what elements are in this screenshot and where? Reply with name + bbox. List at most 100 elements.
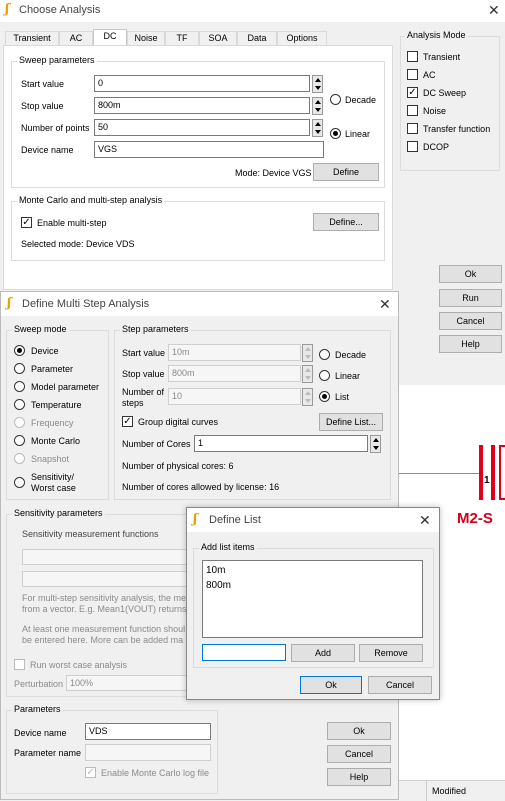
- stop-value-input[interactable]: 800m: [94, 97, 310, 114]
- tab-soa[interactable]: SOA: [199, 31, 237, 45]
- tab-dc[interactable]: DC: [93, 29, 127, 46]
- tab-tf[interactable]: TF: [165, 31, 199, 45]
- list-item[interactable]: 10m: [206, 565, 225, 576]
- choose-run-button[interactable]: Run: [439, 289, 502, 307]
- sweep-monte-carlo-radio[interactable]: [14, 435, 25, 446]
- decade-radio[interactable]: [330, 94, 341, 105]
- sweep-temperature-radio[interactable]: [14, 399, 25, 410]
- mode-dc-sweep-label[interactable]: DC Sweep: [423, 88, 466, 98]
- define-list-close-icon[interactable]: ✕: [419, 512, 431, 529]
- cores-spinner[interactable]: [370, 435, 381, 453]
- mode-noise-label[interactable]: Noise: [423, 106, 446, 116]
- sweep-model-parameter-label[interactable]: Model parameter: [31, 382, 99, 392]
- linear-label[interactable]: Linear: [345, 129, 370, 139]
- mode-transfer-function-label[interactable]: Transfer function: [423, 124, 490, 134]
- define-list-titlebar[interactable]: ʃ Define List ✕: [187, 508, 439, 532]
- ms-linear-radio[interactable]: [319, 370, 330, 381]
- component-body[interactable]: [479, 445, 483, 500]
- sweep-parameter-label[interactable]: Parameter: [31, 364, 73, 374]
- choose-analysis-titlebar[interactable]: ʃ Choose Analysis ✕: [0, 0, 505, 22]
- sweep-device-radio[interactable]: [14, 345, 25, 356]
- tab-ac[interactable]: AC: [59, 31, 93, 45]
- mode-transient-checkbox[interactable]: [407, 51, 418, 62]
- sweep-monte-carlo-label[interactable]: Monte Carlo: [31, 436, 80, 446]
- tab-data[interactable]: Data: [237, 31, 277, 45]
- define-list-button[interactable]: Define List...: [319, 413, 383, 431]
- define-list-ok-button[interactable]: Ok: [300, 676, 362, 694]
- multistep-titlebar[interactable]: ʃ Define Multi Step Analysis ✕: [1, 292, 398, 316]
- ms-linear-label[interactable]: Linear: [335, 371, 360, 381]
- group-digital-checkbox[interactable]: ✓: [122, 416, 133, 427]
- choose-ok-button[interactable]: Ok: [439, 265, 502, 283]
- sweep-sensitivity-label[interactable]: Sensitivity/: [31, 472, 74, 482]
- sweep-parameter-radio[interactable]: [14, 363, 25, 374]
- enable-mc-log-checkbox: ✓: [85, 767, 96, 778]
- ms-decade-radio[interactable]: [319, 349, 330, 360]
- choose-help-button[interactable]: Help: [439, 335, 502, 353]
- number-of-points-input[interactable]: 50: [94, 119, 310, 136]
- ms-device-name-label: Device name: [14, 728, 67, 738]
- mode-dc-sweep-checkbox[interactable]: ✓: [407, 87, 418, 98]
- monte-carlo-title: Monte Carlo and multi-step analysis: [17, 195, 165, 205]
- define-list-title: Define List: [209, 514, 261, 526]
- start-value-input[interactable]: 0: [94, 75, 310, 92]
- analysis-mode-title: Analysis Mode: [405, 30, 468, 40]
- sweep-mode-title: Sweep mode: [12, 324, 69, 334]
- close-icon[interactable]: ✕: [488, 2, 500, 19]
- multistep-close-icon[interactable]: ✕: [379, 296, 391, 313]
- sweep-model-parameter-radio[interactable]: [14, 381, 25, 392]
- device-name-input[interactable]: VGS: [94, 141, 324, 158]
- sensitivity-functions-label: Sensitivity measurement functions: [22, 529, 159, 539]
- stop-value-spinner[interactable]: [312, 97, 323, 115]
- remove-button[interactable]: Remove: [359, 644, 423, 662]
- ms-list-label[interactable]: List: [335, 392, 349, 402]
- enable-multistep-checkbox[interactable]: ✓: [21, 217, 32, 228]
- ms-help-button[interactable]: Help: [327, 768, 391, 786]
- mode-ac-checkbox[interactable]: [407, 69, 418, 80]
- define-multistep-button[interactable]: Define...: [313, 213, 379, 231]
- mode-dcop-checkbox[interactable]: [407, 141, 418, 152]
- sweep-snapshot-label: Snapshot: [31, 454, 70, 464]
- ms-cancel-button[interactable]: Cancel: [327, 745, 391, 763]
- sweep-sensitivity-radio[interactable]: [14, 477, 25, 488]
- list-item[interactable]: 800m: [206, 580, 231, 591]
- list-item-input[interactable]: [202, 644, 286, 661]
- ms-decade-label[interactable]: Decade: [335, 350, 366, 360]
- ms-steps-label-2: steps: [122, 398, 144, 408]
- linear-radio[interactable]: [330, 128, 341, 139]
- perturbation-label: Perturbation: [14, 679, 64, 689]
- start-value-spinner[interactable]: [312, 75, 323, 93]
- cores-input[interactable]: 1: [194, 435, 368, 452]
- mode-noise-checkbox[interactable]: [407, 105, 418, 116]
- sweep-temperature-label[interactable]: Temperature: [31, 400, 82, 410]
- mode-dcop-label[interactable]: DCOP: [423, 142, 449, 152]
- choose-cancel-button[interactable]: Cancel: [439, 312, 502, 330]
- mode-text: Mode: Device VGS: [235, 168, 312, 178]
- tab-options[interactable]: Options: [277, 31, 327, 45]
- ms-device-name-input[interactable]: VDS: [85, 723, 211, 740]
- define-list-cancel-button[interactable]: Cancel: [368, 676, 432, 694]
- decade-label[interactable]: Decade: [345, 95, 376, 105]
- ms-start-value-label: Start value: [122, 348, 166, 358]
- number-of-points-spinner[interactable]: [312, 119, 323, 137]
- ms-stop-value-input: 800m: [168, 365, 301, 382]
- list-items-box[interactable]: 10m 800m: [202, 560, 423, 638]
- ms-ok-button[interactable]: Ok: [327, 722, 391, 740]
- component-body-2[interactable]: [491, 445, 495, 500]
- ms-list-radio[interactable]: [319, 391, 330, 402]
- group-digital-label[interactable]: Group digital curves: [138, 417, 218, 427]
- component-body-3[interactable]: [499, 445, 505, 500]
- sweep-worst-case-label[interactable]: Worst case: [31, 483, 76, 493]
- mode-ac-label[interactable]: AC: [423, 70, 436, 80]
- sweep-snapshot-radio: [14, 453, 25, 464]
- define-button[interactable]: Define: [313, 163, 379, 181]
- enable-multistep-label[interactable]: Enable multi-step: [37, 218, 107, 228]
- run-worst-case-label: Run worst case analysis: [30, 660, 128, 670]
- mode-transfer-function-checkbox[interactable]: [407, 123, 418, 134]
- sweep-device-label[interactable]: Device: [31, 346, 59, 356]
- multistep-logo-icon: ʃ: [7, 296, 12, 311]
- add-button[interactable]: Add: [291, 644, 355, 662]
- tab-noise[interactable]: Noise: [127, 31, 165, 45]
- mode-transient-label[interactable]: Transient: [423, 52, 460, 62]
- tab-transient[interactable]: Transient: [5, 31, 59, 45]
